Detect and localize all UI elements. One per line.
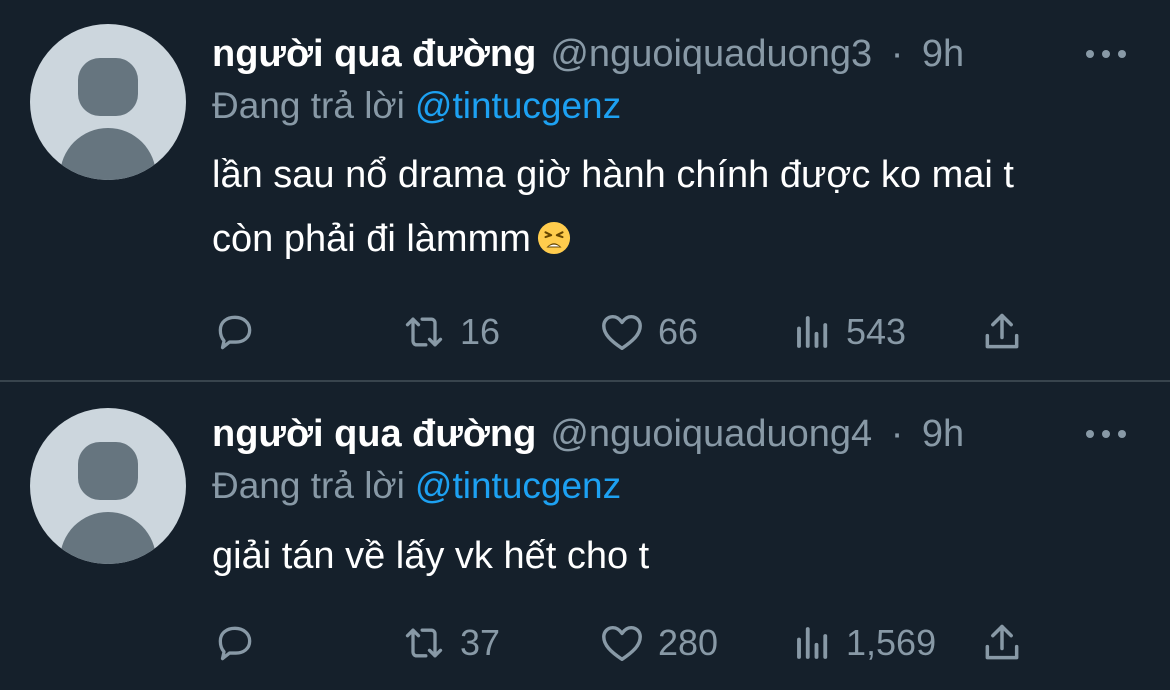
replying-to: Đang trả lời @tintucgenz: [212, 84, 621, 128]
share-icon: [985, 313, 1019, 349]
views-button[interactable]: 543: [792, 307, 906, 357]
replying-prefix: Đang trả lời: [212, 85, 405, 126]
like-button[interactable]: 280: [598, 618, 718, 668]
heart-icon: [602, 314, 642, 351]
tweet-feed: người qua đường @nguoiquaduong3 · 9h Đang…: [0, 0, 1170, 690]
heart-icon: [602, 625, 642, 662]
separator-dot: ·: [890, 413, 904, 455]
views-count: 543: [846, 311, 907, 352]
tweet-text-line-content: còn phải đi làmmm: [212, 218, 531, 260]
display-name[interactable]: người qua đường: [212, 33, 536, 75]
more-icon[interactable]: [1084, 428, 1128, 440]
reply-icon: [218, 626, 252, 661]
display-name[interactable]: người qua đường: [212, 413, 536, 455]
more-icon[interactable]: [1084, 48, 1128, 60]
reply-button[interactable]: [212, 307, 258, 357]
mention-link[interactable]: @tintucgenz: [415, 465, 621, 506]
retweet-button[interactable]: 16: [400, 307, 500, 357]
retweet-icon: [405, 317, 443, 347]
separator-dot: ·: [890, 33, 904, 75]
retweet-count: 16: [460, 311, 501, 352]
views-count: 1,569: [846, 622, 937, 663]
views-button[interactable]: 1,569: [792, 618, 936, 668]
avatar-body-shape: [60, 128, 156, 180]
like-count: 280: [658, 622, 719, 663]
tweet-text: lần sau nổ drama giờ hành chính được ko …: [212, 143, 1152, 271]
avatar-body-shape: [60, 512, 156, 564]
tweet-text-line: còn phải đi làmmm: [212, 207, 1152, 271]
avatar-head-shape: [78, 442, 138, 500]
user-handle[interactable]: @nguoiquaduong4: [550, 413, 872, 455]
tweet-header: người qua đường @nguoiquaduong3 · 9h: [212, 32, 964, 76]
avatar[interactable]: [30, 24, 186, 180]
replying-to: Đang trả lời @tintucgenz: [212, 464, 621, 508]
timestamp[interactable]: 9h: [922, 413, 964, 455]
retweet-icon: [405, 628, 443, 658]
reply-button[interactable]: [212, 618, 258, 668]
tweet[interactable]: người qua đường @nguoiquaduong3 · 9h Đang…: [0, 0, 1170, 380]
user-handle[interactable]: @nguoiquaduong3: [550, 33, 872, 75]
share-button[interactable]: [980, 618, 1024, 668]
share-button[interactable]: [980, 307, 1024, 357]
views-icon: [797, 316, 828, 348]
retweet-count: 37: [460, 622, 501, 663]
retweet-button[interactable]: 37: [400, 618, 500, 668]
replying-prefix: Đang trả lời: [212, 465, 405, 506]
tweet-actions: 16 66 543: [212, 307, 1112, 357]
tweet-text-line: giải tán về lấy vk hết cho t: [212, 535, 650, 577]
like-button[interactable]: 66: [598, 307, 698, 357]
tired-face-emoji: [537, 221, 570, 255]
tweet-text: giải tán về lấy vk hết cho t: [212, 524, 1152, 588]
avatar-head-shape: [78, 58, 138, 116]
tweet-text-line: lần sau nổ drama giờ hành chính được ko …: [212, 154, 1014, 196]
tweet-header: người qua đường @nguoiquaduong4 · 9h: [212, 412, 964, 456]
share-icon: [985, 624, 1019, 660]
mention-link[interactable]: @tintucgenz: [415, 85, 621, 126]
reply-icon: [218, 315, 252, 350]
tweet-actions: 37 280 1,569: [212, 618, 1112, 668]
timestamp[interactable]: 9h: [922, 33, 964, 75]
avatar[interactable]: [30, 408, 186, 564]
tweet[interactable]: người qua đường @nguoiquaduong4 · 9h Đang…: [0, 382, 1170, 690]
like-count: 66: [658, 311, 699, 352]
views-icon: [797, 627, 828, 659]
